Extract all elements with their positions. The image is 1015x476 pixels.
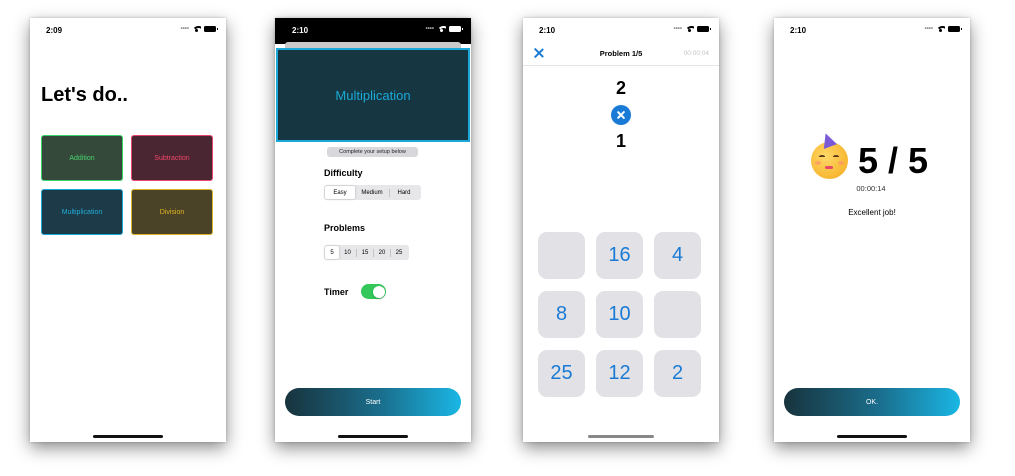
status-time: 2:10: [292, 26, 309, 35]
navigation-bar: Problem 1/5 00:00:04: [523, 40, 719, 66]
difficulty-option-easy[interactable]: Easy: [325, 186, 355, 199]
wifi-icon: [437, 25, 446, 32]
status-bar: 2:10 ••••: [275, 18, 471, 44]
answer-button[interactable]: 8: [538, 291, 585, 338]
answer-button[interactable]: 4: [654, 232, 701, 279]
division-tile[interactable]: Division: [131, 189, 213, 235]
home-indicator[interactable]: [338, 435, 408, 438]
timer-toggle[interactable]: [361, 284, 386, 299]
emoji-cheek: [838, 161, 844, 165]
problems-option-20[interactable]: 20: [374, 246, 390, 259]
multiplication-tile[interactable]: Multiplication: [41, 189, 123, 235]
multiply-icon: [611, 105, 631, 125]
wifi-icon: [685, 25, 694, 32]
status-bar: 2:10 ••••: [774, 18, 970, 40]
answer-grid: 16 4 8 10 25 12 2: [538, 232, 701, 397]
result-message: Excellent job!: [848, 208, 896, 217]
operand-top: 2: [615, 78, 626, 98]
difficulty-segmented-control: Easy Medium Hard: [324, 185, 421, 200]
answer-button[interactable]: 16: [596, 232, 643, 279]
emoji-eye: [819, 155, 825, 158]
problems-option-10[interactable]: 10: [339, 246, 356, 259]
problem-timer: 00:00:04: [683, 50, 709, 57]
page-title: Let's do..: [41, 84, 128, 106]
emoji-eye: [833, 155, 839, 158]
answer-button[interactable]: [654, 291, 701, 338]
difficulty-option-hard[interactable]: Hard: [390, 186, 418, 199]
signal-icon: ••••: [924, 25, 933, 32]
status-time: 2:10: [539, 26, 556, 35]
problems-segmented-control: 5 10 15 20 25: [324, 245, 409, 260]
difficulty-option-medium[interactable]: Medium: [355, 186, 389, 199]
battery-icon: [697, 25, 711, 32]
screen-setup-sheet: 2:10 •••• Multiplication Complete your s…: [275, 18, 471, 442]
start-button[interactable]: Start: [285, 388, 461, 416]
battery-icon: [948, 25, 962, 32]
answer-button[interactable]: 25: [538, 350, 585, 397]
home-indicator[interactable]: [93, 435, 163, 438]
party-hat-shape: [819, 131, 837, 149]
signal-icon: ••••: [180, 25, 189, 32]
wifi-icon: [936, 25, 945, 32]
battery-icon: [204, 25, 218, 32]
problems-option-5[interactable]: 5: [325, 246, 339, 259]
wifi-icon: [192, 25, 201, 32]
screen-problem: 2:10 •••• Problem 1/5 00:00:04 2 1 16 4 …: [523, 18, 719, 442]
status-bar: 2:10 ••••: [523, 18, 719, 40]
problems-label: Problems: [324, 223, 366, 233]
screen-operation-picker: 2:09 •••• Let's do.. Addition Subtractio…: [30, 18, 226, 442]
status-time: 2:10: [790, 26, 807, 35]
addition-tile[interactable]: Addition: [41, 135, 123, 181]
status-time: 2:09: [46, 26, 63, 35]
emoji-mouth: [825, 166, 833, 169]
home-indicator[interactable]: [588, 435, 654, 438]
signal-icon: ••••: [425, 25, 434, 32]
operation-banner: Multiplication: [276, 48, 470, 142]
setup-hint: Complete your setup below: [327, 147, 418, 157]
screen-results: 2:10 •••• 5 / 5 00:00:14 Excellent job! …: [774, 18, 970, 442]
difficulty-label: Difficulty: [324, 168, 363, 178]
battery-icon: [449, 25, 463, 32]
answer-button[interactable]: 12: [596, 350, 643, 397]
signal-icon: ••••: [673, 25, 682, 32]
home-indicator[interactable]: [837, 435, 907, 438]
timer-label: Timer: [324, 287, 349, 297]
ok-button[interactable]: OK.: [784, 388, 960, 416]
subtraction-tile[interactable]: Subtraction: [131, 135, 213, 181]
status-bar: 2:09 ••••: [30, 18, 226, 40]
score-text: 5 / 5: [858, 140, 929, 181]
elapsed-time: 00:00:14: [856, 184, 886, 193]
party-face-icon: [811, 131, 848, 179]
problems-option-15[interactable]: 15: [357, 246, 373, 259]
emoji-cheek: [815, 161, 821, 165]
answer-button[interactable]: 2: [654, 350, 701, 397]
problems-option-25[interactable]: 25: [391, 246, 407, 259]
answer-button[interactable]: [538, 232, 585, 279]
operand-bottom: 1: [615, 131, 626, 151]
screenshot-stage: 2:09 •••• Let's do.. Addition Subtractio…: [0, 0, 1015, 476]
answer-button[interactable]: 10: [596, 291, 643, 338]
